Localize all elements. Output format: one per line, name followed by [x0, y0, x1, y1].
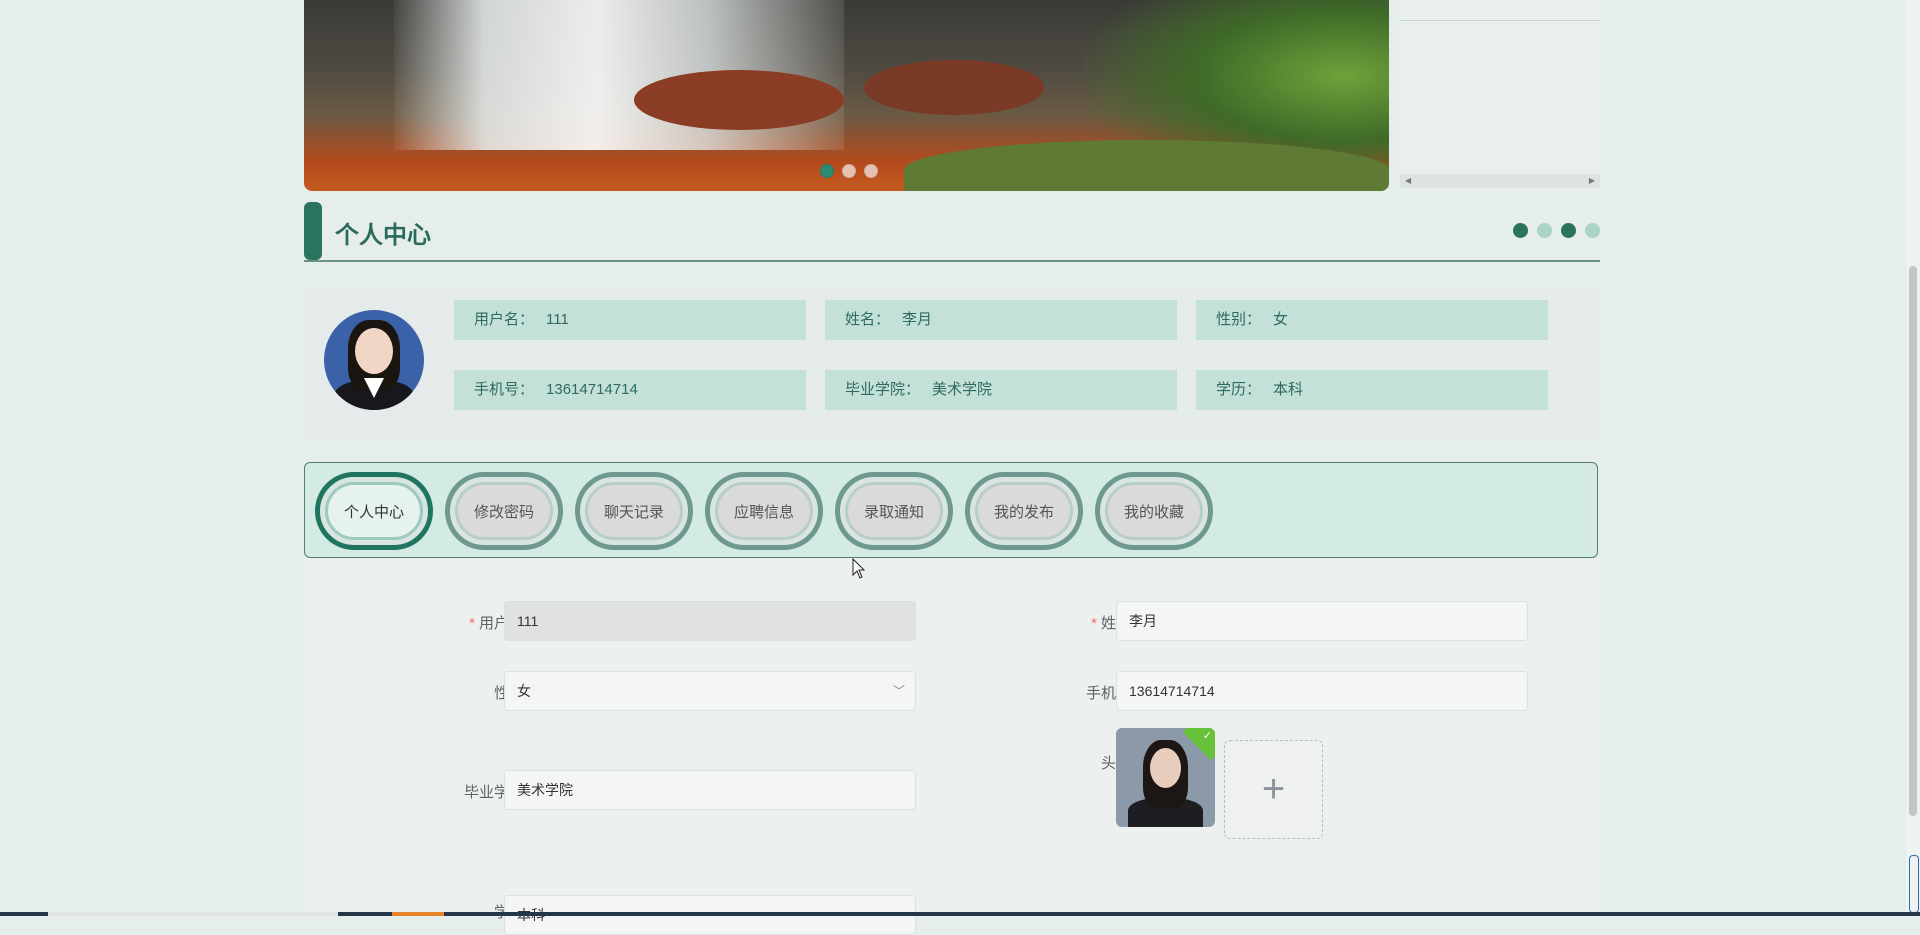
divider	[1400, 20, 1600, 21]
tab-offer-notices[interactable]: 录取通知	[835, 472, 953, 550]
dot-icon	[1561, 223, 1576, 238]
info-label: 性别：	[1216, 311, 1262, 328]
name-label: *姓名	[1011, 612, 1131, 633]
mouse-cursor-icon	[852, 558, 866, 579]
scrollbar-thumb[interactable]	[1909, 266, 1917, 816]
phone-field[interactable]: 13614714714	[1116, 671, 1528, 711]
info-value: 13614714714	[546, 381, 638, 398]
carousel-dot[interactable]	[864, 164, 878, 178]
gender-select-value: 女	[517, 683, 531, 699]
info-value: 本科	[1273, 381, 1304, 398]
banner-rock	[864, 60, 1044, 115]
info-value: 女	[1273, 311, 1289, 328]
tab-chat-history[interactable]: 聊天记录	[575, 472, 693, 550]
info-name: 姓名： 李月	[825, 300, 1177, 340]
horizontal-scrollbar[interactable]: ◀ ▶	[1400, 174, 1600, 188]
check-icon: ✓	[1202, 730, 1212, 742]
dot-icon	[1537, 223, 1552, 238]
info-value: 美术学院	[932, 381, 993, 398]
info-value: 李月	[902, 311, 933, 328]
phone-label: 手机号	[1085, 685, 1131, 702]
decorative-dots	[1513, 223, 1600, 238]
banner-carousel[interactable]	[304, 0, 1389, 191]
name-field[interactable]: 李月	[1116, 601, 1528, 641]
avatar-label: 头像	[1011, 752, 1131, 773]
thermometer-icon	[1909, 855, 1919, 913]
vertical-scrollbar[interactable]	[1906, 0, 1920, 916]
taskbar	[0, 912, 1920, 916]
uploaded-avatar-image[interactable]: ✓	[1116, 728, 1215, 827]
profile-form: *用户名 111 *姓名 李月 性别 女 ﹀ 手机号 13614714714 头…	[304, 558, 1600, 935]
info-value: 111	[546, 311, 569, 328]
tab-change-password[interactable]: 修改密码	[445, 472, 563, 550]
banner-rock	[634, 70, 844, 130]
info-label: 毕业学院：	[845, 381, 921, 398]
profile-summary: 用户名： 111 姓名： 李月 性别： 女 手机号： 13614714714 毕业学院：…	[304, 290, 1600, 440]
info-label: 姓名：	[845, 311, 891, 328]
side-panel: ◀ ▶	[1400, 0, 1600, 191]
banner-foliage	[904, 140, 1389, 191]
info-education: 学历： 本科	[1196, 370, 1548, 410]
info-school: 毕业学院： 美术学院	[825, 370, 1177, 410]
tab-applications[interactable]: 应聘信息	[705, 472, 823, 550]
required-mark: *	[1091, 615, 1097, 632]
required-mark: *	[469, 615, 475, 632]
carousel-dot[interactable]	[842, 164, 856, 178]
upload-button[interactable]: +	[1224, 740, 1323, 839]
gender-select[interactable]: 女 ﹀	[504, 671, 916, 711]
section-header: 个人中心	[304, 200, 1600, 262]
tab-my-favorites[interactable]: 我的收藏	[1095, 472, 1213, 550]
dot-icon	[1585, 223, 1600, 238]
profile-tabs: 个人中心 修改密码 聊天记录 应聘信息 录取通知 我的发布 我的收藏	[304, 462, 1598, 558]
dot-icon	[1513, 223, 1528, 238]
username-field[interactable]: 111	[504, 601, 916, 641]
info-label: 用户名：	[474, 311, 535, 328]
carousel-dot[interactable]	[820, 164, 834, 178]
info-label: 学历：	[1216, 381, 1262, 398]
info-gender: 性别： 女	[1196, 300, 1548, 340]
tab-personal-center[interactable]: 个人中心	[315, 472, 433, 550]
page-title: 个人中心	[335, 222, 431, 249]
avatar	[324, 310, 424, 410]
info-phone: 手机号： 13614714714	[454, 370, 806, 410]
carousel-indicators	[820, 164, 878, 178]
tab-my-posts[interactable]: 我的发布	[965, 472, 1083, 550]
scroll-left-icon[interactable]: ◀	[1405, 176, 1411, 185]
school-field[interactable]: 美术学院	[504, 770, 916, 810]
chevron-down-icon: ﹀	[892, 684, 905, 698]
title-accent-bar	[304, 202, 322, 260]
info-label: 手机号：	[474, 381, 535, 398]
info-username: 用户名： 111	[454, 300, 806, 340]
scroll-right-icon[interactable]: ▶	[1589, 176, 1595, 185]
